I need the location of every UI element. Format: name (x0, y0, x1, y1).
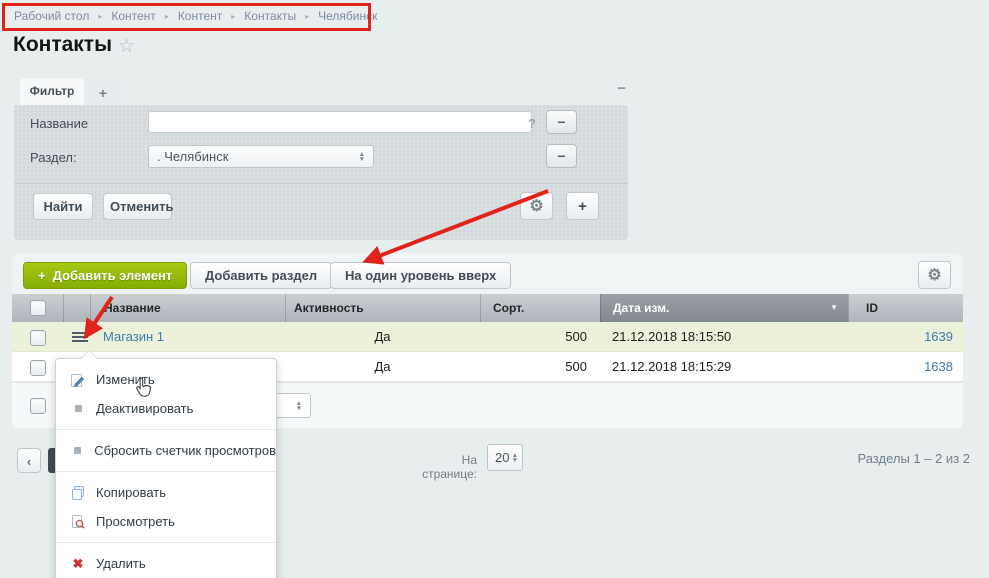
cell-modified: 21.12.2018 18:15:50 (612, 322, 731, 352)
page-title: Контакты (13, 33, 112, 57)
menu-caret (81, 351, 97, 359)
row-checkbox[interactable] (30, 360, 46, 376)
sort-desc-icon: ▼ (830, 294, 838, 322)
menu-separator (56, 471, 276, 472)
menu-separator (56, 429, 276, 430)
find-button[interactable]: Найти (33, 193, 93, 220)
plus-icon: + (38, 268, 46, 283)
cell-modified: 21.12.2018 18:15:29 (612, 352, 731, 382)
add-section-button[interactable]: Добавить раздел (190, 262, 332, 289)
records-range-label: Разделы 1 – 2 из 2 (820, 451, 970, 466)
menu-item-reset-counter[interactable]: Сбросить счетчик просмотров (56, 436, 276, 465)
menu-item-edit[interactable]: Изменить (56, 365, 276, 394)
filter-settings-button[interactable]: ⚙ (520, 192, 553, 220)
remove-filter-field-button[interactable]: − (546, 110, 577, 134)
menu-item-copy[interactable]: Копировать (56, 478, 276, 507)
element-id-link[interactable]: 1639 (848, 322, 953, 352)
breadcrumb-separator-icon: ▸ (296, 12, 318, 21)
select-spinner-icon: ▲▼ (359, 152, 365, 162)
breadcrumb-item-content1[interactable]: Контент (111, 9, 155, 23)
up-one-level-button[interactable]: На один уровень вверх (330, 262, 511, 289)
filter-add-button[interactable]: + (566, 192, 599, 220)
preview-icon (68, 514, 88, 530)
remove-filter-field-button[interactable]: − (546, 144, 577, 168)
breadcrumb-separator-icon: ▸ (156, 12, 178, 21)
grid-header: Название Активность Сорт. Дата изм.▼ ID (12, 294, 963, 322)
cancel-button[interactable]: Отменить (103, 193, 172, 220)
add-filter-tab-button[interactable]: + (88, 81, 118, 105)
element-name-link[interactable]: Магазин 1 (103, 322, 164, 352)
filter-name-input[interactable] (148, 111, 532, 133)
column-header-modified[interactable]: Дата изм.▼ (600, 294, 848, 322)
header-menu-cell (63, 294, 90, 322)
filter-section-label: Раздел: (30, 150, 77, 165)
breadcrumb-item-content2[interactable]: Контент (178, 9, 222, 23)
cell-active: Да (285, 322, 480, 352)
menu-item-delete[interactable]: ✖Удалить (56, 549, 276, 578)
breadcrumb: Рабочий стол▸Контент▸Контент▸Контакты▸Че… (14, 9, 377, 23)
cell-active: Да (285, 352, 480, 382)
column-header-sort[interactable]: Сорт. (480, 294, 600, 322)
footer-select-all-checkbox[interactable] (30, 398, 46, 414)
filter-collapse-icon[interactable]: − (617, 80, 626, 97)
admin-page: Рабочий стол▸Контент▸Контент▸Контакты▸Че… (0, 0, 989, 578)
cell-sort: 500 (480, 352, 587, 382)
filter-section-value: . Челябинск (157, 149, 228, 164)
favorite-star-icon[interactable]: ☆ (118, 35, 135, 58)
filter-name-label: Название (30, 116, 88, 131)
menu-item-deactivate[interactable]: Деактивировать (56, 394, 276, 423)
filter-section-select[interactable]: . Челябинск ▲▼ (148, 145, 374, 168)
gear-icon: ⚙ (927, 267, 941, 284)
filter-panel: Фильтр + − Название ? − Раздел: . Челяби… (14, 78, 628, 240)
row-menu-icon[interactable] (72, 332, 88, 344)
delete-icon: ✖ (68, 556, 88, 572)
header-checkbox-cell (12, 294, 63, 322)
select-all-checkbox[interactable] (30, 300, 46, 316)
breadcrumb-separator-icon: ▸ (89, 12, 111, 21)
tab-filter[interactable]: Фильтр (20, 78, 84, 105)
breadcrumb-item-contacts[interactable]: Контакты (244, 9, 296, 23)
help-icon: ? (528, 116, 536, 131)
breadcrumb-item-chelyabinsk[interactable]: Челябинск (318, 9, 377, 23)
row-checkbox[interactable] (30, 330, 46, 346)
per-page-select[interactable]: 20 ▲▼ (487, 444, 523, 471)
select-spinner-icon: ▲▼ (296, 401, 302, 411)
bullet-icon (68, 405, 88, 412)
column-header-name[interactable]: Название (90, 294, 285, 322)
column-header-id[interactable]: ID (848, 294, 963, 322)
column-header-active[interactable]: Активность (285, 294, 480, 322)
per-page-value: 20 (495, 450, 509, 465)
cell-sort: 500 (480, 322, 587, 352)
breadcrumb-separator-icon: ▸ (222, 12, 244, 21)
copy-icon (68, 485, 88, 501)
add-element-button[interactable]: +Добавить элемент (23, 262, 187, 289)
pagination-prev-button[interactable]: ‹ (17, 448, 41, 473)
element-id-link[interactable]: 1638 (848, 352, 953, 382)
edit-icon (68, 372, 88, 388)
row-context-menu: Изменить Деактивировать Сбросить счетчик… (55, 358, 277, 578)
grid-settings-button[interactable]: ⚙ (918, 261, 951, 289)
filter-footer-divider (14, 183, 628, 184)
breadcrumb-item-desktop[interactable]: Рабочий стол (14, 9, 89, 23)
menu-item-preview[interactable]: Просмотреть (56, 507, 276, 536)
bullet-icon (68, 447, 86, 454)
menu-separator (56, 542, 276, 543)
per-page-label: На странице: (405, 453, 477, 481)
gear-icon: ⚙ (529, 198, 543, 215)
select-spinner-icon: ▲▼ (512, 453, 518, 463)
table-row: Магазин 1 Да 500 21.12.2018 18:15:50 163… (12, 322, 963, 352)
